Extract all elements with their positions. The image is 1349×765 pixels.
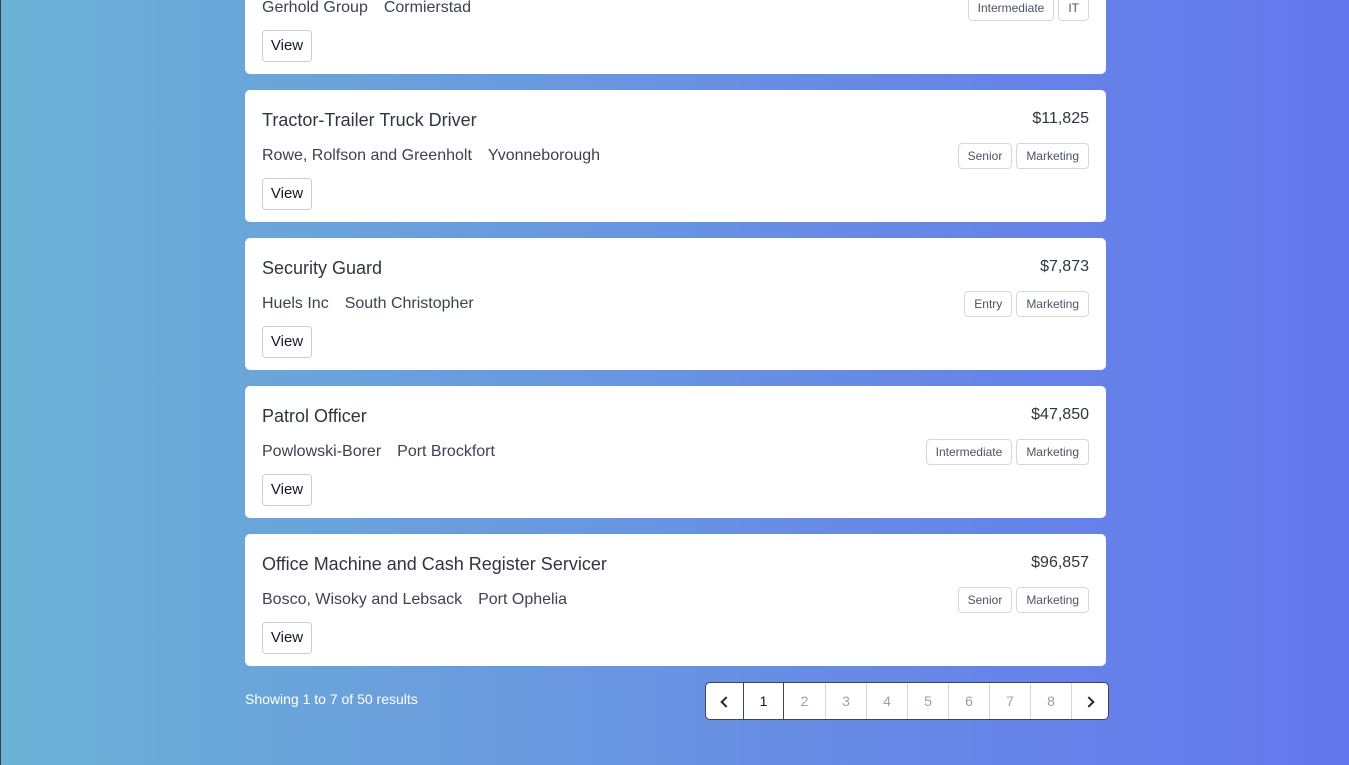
job-card: Tractor-Trailer Truck Driver $11,825 Row…	[245, 90, 1106, 222]
job-location: Port Ophelia	[478, 591, 568, 608]
job-location: Cormierstad	[383, 0, 471, 16]
job-meta: Bosco, Wisoky and Lebsack Port Ophelia	[262, 591, 567, 609]
job-meta: Powlowski-Borer Port Brockfort	[262, 443, 495, 461]
job-tag: Marketing	[1016, 291, 1089, 317]
pagination: 1 2 3 4 5 6 7 8	[705, 682, 1109, 720]
job-card: Office Machine and Cash Register Service…	[245, 534, 1106, 666]
job-card: Security Guard $7,873 Huels Inc South Chr…	[245, 238, 1106, 370]
chevron-right-icon	[1082, 696, 1095, 708]
job-salary: $47,850	[1031, 406, 1089, 423]
window-edge	[0, 0, 1, 765]
job-company: Powlowski-Borer	[262, 443, 382, 460]
view-job-button[interactable]: View	[262, 474, 312, 506]
job-tag: Marketing	[1016, 439, 1089, 465]
job-meta: Gerhold Group Cormierstad	[262, 0, 471, 17]
job-tags: Senior Marketing	[957, 143, 1089, 169]
job-tag: Senior	[957, 587, 1013, 613]
job-card: Patrol Officer $47,850 Powlowski-Borer Po…	[245, 386, 1106, 518]
page-1-button[interactable]: 1	[743, 683, 784, 719]
view-job-button[interactable]: View	[262, 622, 312, 654]
job-tag: IT	[1058, 0, 1089, 21]
results-summary: Showing 1 to 7 of 50 results	[245, 691, 418, 707]
page-5-button[interactable]: 5	[907, 683, 948, 719]
job-title: Security Guard	[262, 258, 383, 278]
job-company: Bosco, Wisoky and Lebsack	[262, 591, 463, 608]
next-page-button[interactable]	[1071, 683, 1108, 719]
job-tag: Senior	[957, 143, 1013, 169]
job-tags: Entry Marketing	[964, 291, 1089, 317]
job-tag: Intermediate	[967, 0, 1055, 21]
job-tag: Marketing	[1016, 143, 1089, 169]
page-7-button[interactable]: 7	[989, 683, 1030, 719]
job-location: Port Brockfort	[397, 443, 495, 460]
view-job-button[interactable]: View	[262, 30, 312, 62]
job-company: Gerhold Group	[262, 0, 368, 16]
view-job-button[interactable]: View	[262, 326, 312, 358]
chevron-left-icon	[720, 696, 732, 708]
job-salary: $96,857	[1031, 554, 1089, 571]
view-job-button[interactable]: View	[262, 178, 312, 210]
page-6-button[interactable]: 6	[948, 683, 989, 719]
job-tags: Senior Marketing	[957, 587, 1089, 613]
page-4-button[interactable]: 4	[866, 683, 907, 719]
job-tag: Entry	[964, 291, 1013, 317]
job-title: Office Machine and Cash Register Service…	[262, 554, 607, 574]
page-2-button[interactable]: 2	[784, 683, 825, 719]
job-title: Patrol Officer	[262, 406, 367, 426]
job-company: Rowe, Rolfson and Greenholt	[262, 147, 472, 164]
page-8-button[interactable]: 8	[1030, 683, 1071, 719]
job-tags: Intermediate IT	[967, 0, 1089, 21]
job-location: Yvonneborough	[487, 147, 601, 164]
job-tag: Intermediate	[925, 439, 1013, 465]
job-meta: Huels Inc South Christopher	[262, 295, 474, 313]
job-card: Gerhold Group Cormierstad Intermediate IT …	[245, 0, 1106, 74]
job-salary: $7,873	[1040, 258, 1089, 275]
job-salary: $11,825	[1032, 110, 1089, 127]
job-location: South Christopher	[344, 295, 474, 312]
job-tags: Intermediate Marketing	[925, 439, 1089, 465]
job-title: Tractor-Trailer Truck Driver	[262, 110, 477, 130]
job-tag: Marketing	[1016, 587, 1089, 613]
prev-page-button[interactable]	[706, 683, 743, 719]
job-meta: Rowe, Rolfson and Greenholt Yvonneborough	[262, 147, 600, 165]
job-company: Huels Inc	[262, 295, 329, 312]
page-3-button[interactable]: 3	[825, 683, 866, 719]
